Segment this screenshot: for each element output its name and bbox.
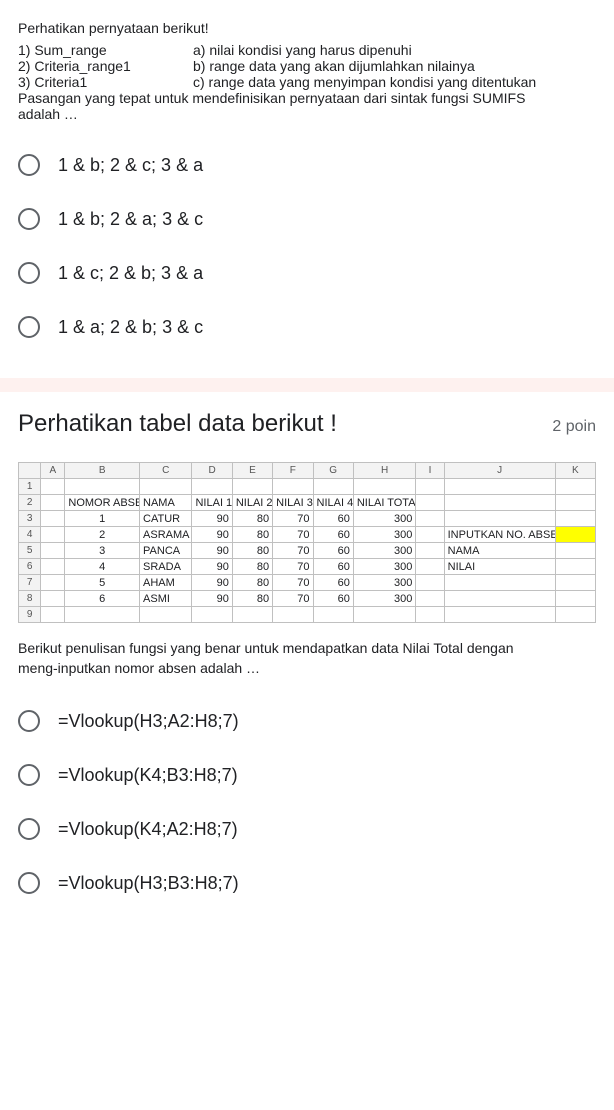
q2-option-2[interactable]: =Vlookup(K4;B3:H8;7)	[18, 764, 596, 786]
q1-tail-line1: Pasangan yang tepat untuk mendefinisikan…	[18, 90, 596, 106]
q1-options: 1 & b; 2 & c; 3 & a 1 & b; 2 & a; 3 & c …	[18, 154, 596, 338]
q2-option-1-label: =Vlookup(H3;A2:H8;7)	[58, 711, 239, 732]
hdr-nilai-total: NILAI TOTAL	[353, 495, 416, 511]
q1-option-2-label: 1 & b; 2 & a; 3 & c	[58, 209, 203, 230]
q2-option-1[interactable]: =Vlookup(H3;A2:H8;7)	[18, 710, 596, 732]
col-K: K	[555, 463, 595, 479]
q2-title-row: Perhatikan tabel data berikut ! 2 poin	[18, 410, 596, 438]
side-nilai-label: NILAI	[444, 559, 555, 575]
col-J: J	[444, 463, 555, 479]
q2-options: =Vlookup(H3;A2:H8;7) =Vlookup(K4;B3:H8;7…	[18, 710, 596, 894]
q2-title: Perhatikan tabel data berikut !	[18, 410, 337, 438]
sheet-row-2: 2 NOMOR ABSEN NAMA NILAI 1 NILAI 2 NILAI…	[19, 495, 596, 511]
sheet-row-8: 8 6 ASMI 90 80 70 60 300	[19, 591, 596, 607]
q1-option-4[interactable]: 1 & a; 2 & b; 3 & c	[18, 316, 596, 338]
q2-option-3[interactable]: =Vlookup(K4;A2:H8;7)	[18, 818, 596, 840]
sheet-row-3: 3 1 CATUR 90 80 70 60 300	[19, 511, 596, 527]
side-nama-label: NAMA	[444, 543, 555, 559]
col-F: F	[273, 463, 313, 479]
q2-desc: Berikut penulisan fungsi yang benar untu…	[18, 639, 596, 678]
hdr-nama: NAMA	[140, 495, 192, 511]
col-C: C	[140, 463, 192, 479]
hdr-nilai3: NILAI 3	[273, 495, 313, 511]
q2-option-3-label: =Vlookup(K4;A2:H8;7)	[58, 819, 238, 840]
sheet-row-7: 7 5 AHAM 90 80 70 60 300	[19, 575, 596, 591]
q1-pair-3: 3) Criteria1 c) range data yang menyimpa…	[18, 74, 596, 90]
sheet-row-6: 6 4 SRADA 90 80 70 60 300 NILAI	[19, 559, 596, 575]
radio-icon[interactable]	[18, 710, 40, 732]
sheet-row-9: 9	[19, 607, 596, 623]
q1-option-2[interactable]: 1 & b; 2 & a; 3 & c	[18, 208, 596, 230]
q2-points: 2 poin	[552, 418, 596, 436]
radio-icon[interactable]	[18, 316, 40, 338]
q2-option-2-label: =Vlookup(K4;B3:H8;7)	[58, 765, 238, 786]
sheet-row-1: 1	[19, 479, 596, 495]
q1-intro: Perhatikan pernyataan berikut!	[18, 18, 596, 38]
q1-option-1-label: 1 & b; 2 & c; 3 & a	[58, 155, 203, 176]
col-D: D	[192, 463, 232, 479]
side-input-label: INPUTKAN NO. ABSEN	[444, 527, 555, 543]
sheet-row-4: 4 2 ASRAMA 90 80 70 60 300 INPUTKAN NO. …	[19, 527, 596, 543]
col-header-row: A B C D E F G H I J K	[19, 463, 596, 479]
q1-option-3-label: 1 & c; 2 & b; 3 & a	[58, 263, 203, 284]
col-A: A	[41, 463, 65, 479]
hdr-nilai1: NILAI 1	[192, 495, 232, 511]
radio-icon[interactable]	[18, 872, 40, 894]
q1-option-4-label: 1 & a; 2 & b; 3 & c	[58, 317, 203, 338]
radio-icon[interactable]	[18, 262, 40, 284]
hdr-nilai2: NILAI 2	[232, 495, 272, 511]
q2-option-4[interactable]: =Vlookup(H3;B3:H8;7)	[18, 872, 596, 894]
q2-option-4-label: =Vlookup(H3;B3:H8;7)	[58, 873, 239, 894]
col-H: H	[353, 463, 416, 479]
question-2: Perhatikan tabel data berikut ! 2 poin	[0, 392, 614, 934]
q1-tail-line2: adalah …	[18, 106, 596, 122]
col-I: I	[416, 463, 444, 479]
hdr-nomor-absen: NOMOR ABSEN	[65, 495, 140, 511]
radio-icon[interactable]	[18, 764, 40, 786]
col-B: B	[65, 463, 140, 479]
question-1: Perhatikan pernyataan berikut! 1) Sum_ra…	[0, 0, 614, 378]
hdr-nilai4: NILAI 4	[313, 495, 353, 511]
q1-option-3[interactable]: 1 & c; 2 & b; 3 & a	[18, 262, 596, 284]
radio-icon[interactable]	[18, 154, 40, 176]
sheet-row-5: 5 3 PANCA 90 80 70 60 300 NAMA	[19, 543, 596, 559]
radio-icon[interactable]	[18, 208, 40, 230]
side-input-cell[interactable]	[555, 527, 595, 543]
q1-option-1[interactable]: 1 & b; 2 & c; 3 & a	[18, 154, 596, 176]
spreadsheet: A B C D E F G H I J K 1 2 NOMOR ABSEN NA…	[18, 462, 596, 633]
radio-icon[interactable]	[18, 818, 40, 840]
q1-pair-1: 1) Sum_range a) nilai kondisi yang harus…	[18, 42, 596, 58]
section-separator	[0, 378, 614, 392]
col-G: G	[313, 463, 353, 479]
spreadsheet-table: A B C D E F G H I J K 1 2 NOMOR ABSEN NA…	[18, 462, 596, 623]
col-E: E	[232, 463, 272, 479]
q1-pair-2: 2) Criteria_range1 b) range data yang ak…	[18, 58, 596, 74]
